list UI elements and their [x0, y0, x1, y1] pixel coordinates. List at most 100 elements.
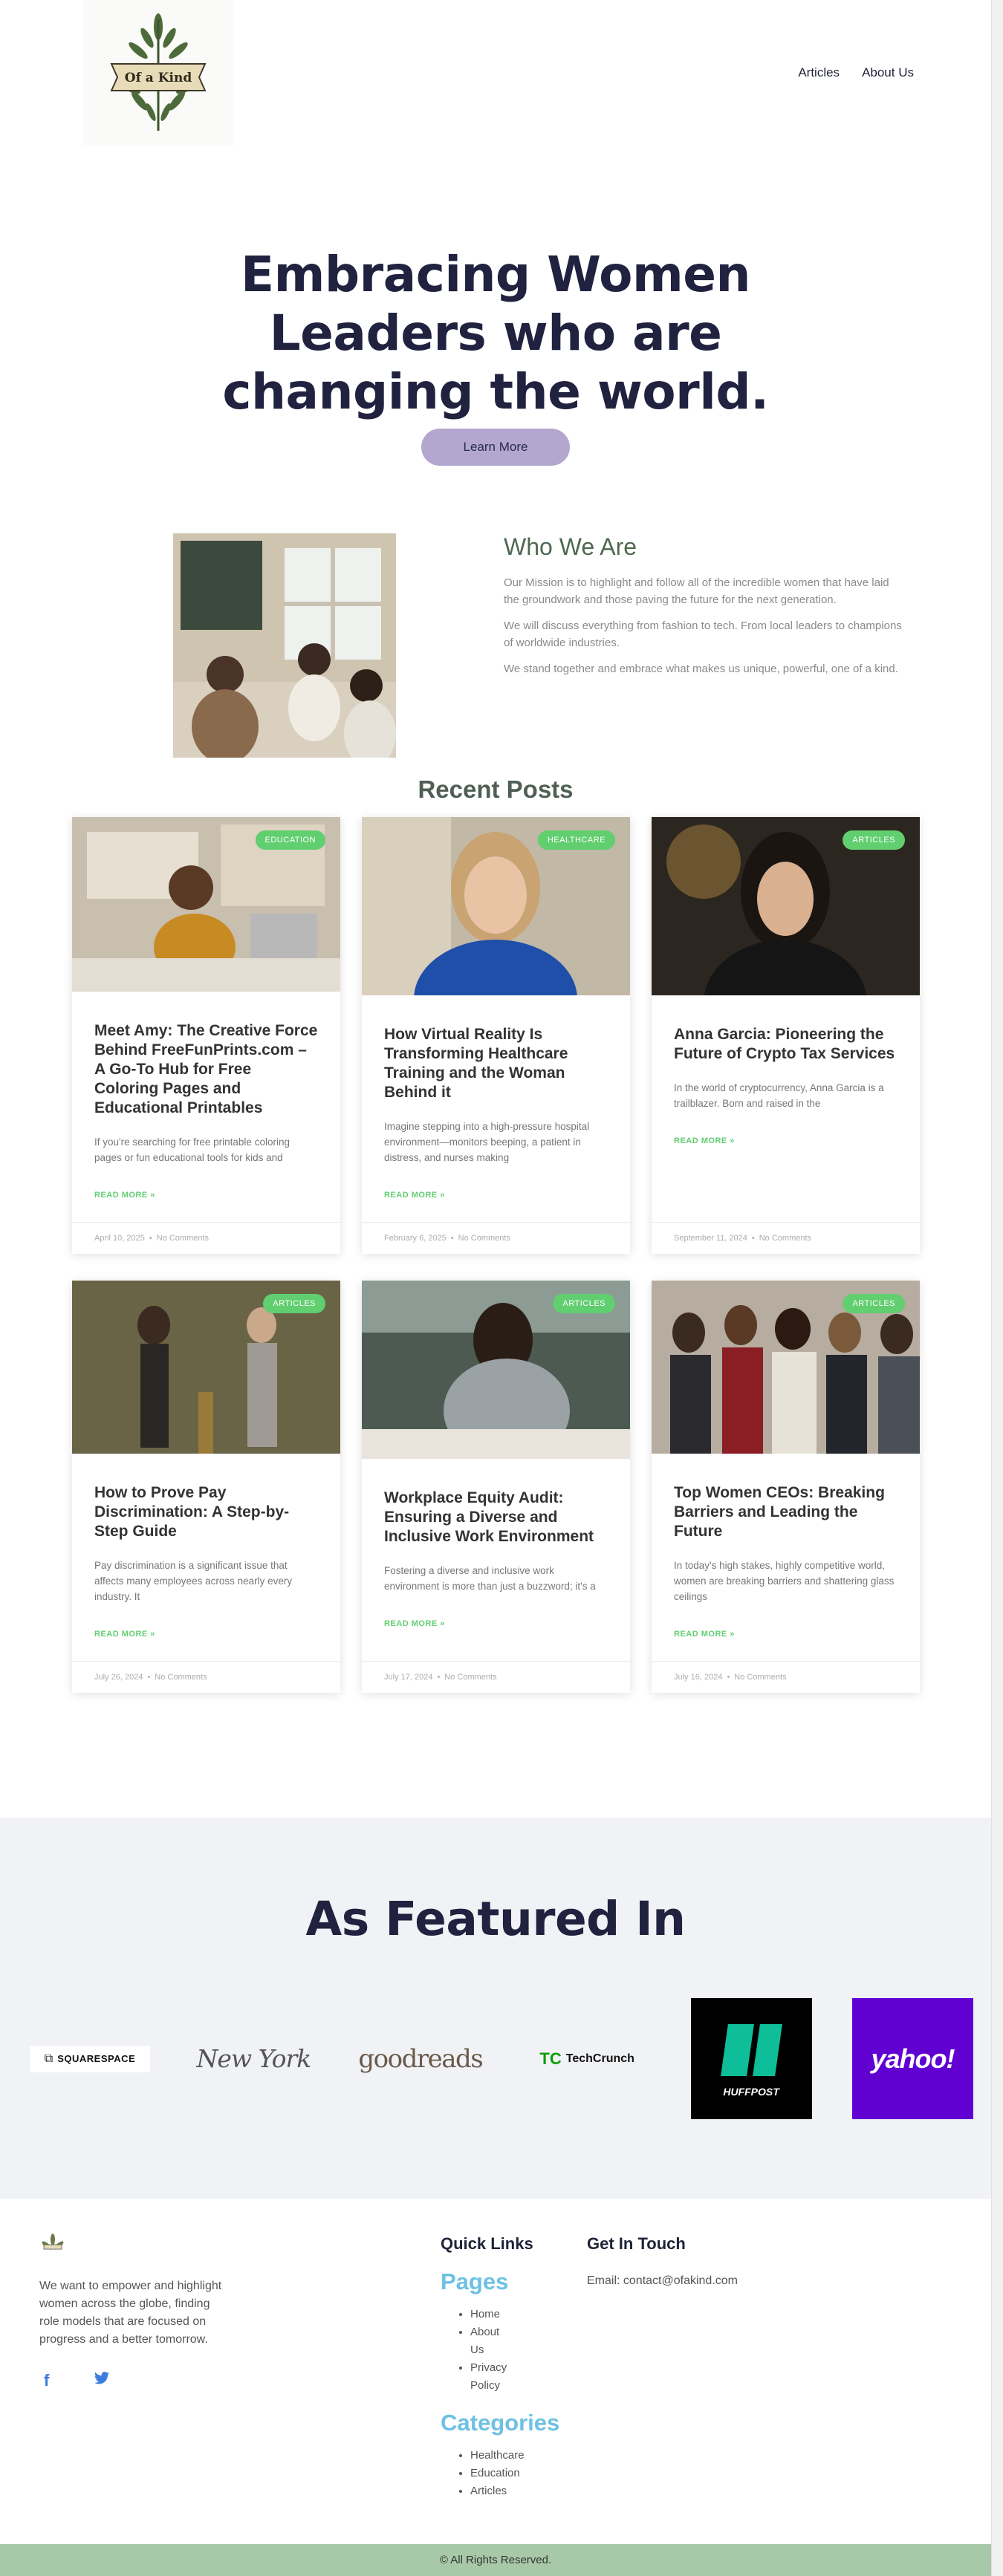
post-thumbnail[interactable]: EDUCATION [72, 817, 340, 992]
footer-link-privacy-policy[interactable]: Privacy Policy [470, 2359, 515, 2395]
post-meta: April 10, 2025 • No Comments [72, 1222, 340, 1254]
nav-articles[interactable]: Articles [798, 65, 840, 80]
post-body: Workplace Equity Audit: Ensuring a Diver… [362, 1459, 630, 1661]
post-body: Top Women CEOs: Breaking Barriers and Le… [652, 1454, 920, 1661]
yahoo-wordmark: yahoo! [871, 2043, 955, 2074]
read-more-link[interactable]: READ MORE » [94, 1630, 155, 1639]
footer-link-about-us[interactable]: About Us [470, 2323, 515, 2359]
post-date: September 11, 2024 [674, 1234, 747, 1243]
techcrunch-logo: TC TechCrunch [524, 2049, 650, 2069]
read-more-link[interactable]: READ MORE » [94, 1191, 155, 1200]
footer-logo[interactable] [39, 2232, 66, 2259]
nav-about-us[interactable]: About Us [862, 65, 914, 80]
post-comments[interactable]: No Comments [734, 1673, 786, 1682]
new-york-wordmark: New York [196, 2044, 312, 2073]
huffpost-logo: HUFFPOST [690, 1998, 812, 2119]
category-badge[interactable]: EDUCATION [255, 830, 325, 850]
footer-about: We want to empower and highlight women a… [39, 2232, 233, 2390]
social-links: f [39, 2371, 233, 2390]
meta-separator: • [727, 1673, 730, 1682]
post-title[interactable]: Meet Amy: The Creative Force Behind Free… [94, 1021, 318, 1118]
post-meta: July 17, 2024 • No Comments [362, 1661, 630, 1693]
categories-heading: Categories [441, 2410, 560, 2436]
post-thumbnail[interactable]: ARTICLES [652, 1281, 920, 1454]
post-thumbnail[interactable]: ARTICLES [72, 1281, 340, 1454]
twitter-icon[interactable] [94, 2371, 110, 2390]
meta-separator: • [147, 1673, 151, 1682]
footer-contact: Get In Touch Email: contact@ofakind.com [587, 2234, 810, 2288]
post-title[interactable]: Top Women CEOs: Breaking Barriers and Le… [674, 1483, 897, 1541]
pages-list: Home About Us Privacy Policy [470, 2306, 574, 2395]
page-scrollbar[interactable] [991, 0, 1003, 2576]
category-badge[interactable]: ARTICLES [553, 1294, 615, 1313]
footer-link-home[interactable]: Home [470, 2306, 515, 2323]
squarespace-wordmark: SQUARESPACE [57, 2053, 136, 2064]
post-body: Anna Garcia: Pioneering the Future of Cr… [652, 995, 920, 1222]
post-excerpt: If you're searching for free printable c… [94, 1136, 290, 1163]
post-title[interactable]: Workplace Equity Audit: Ensuring a Diver… [384, 1489, 608, 1546]
category-badge[interactable]: ARTICLES [843, 830, 905, 850]
read-more-link[interactable]: READ MORE » [384, 1619, 445, 1628]
post-card[interactable]: HEALTHCARE How Virtual Reality Is Transf… [362, 817, 630, 1254]
recent-posts-heading: Recent Posts [418, 775, 574, 803]
goodreads-wordmark: goodreads [358, 2043, 483, 2074]
footer-link-healthcare[interactable]: Healthcare [470, 2447, 559, 2465]
featured-heading: As Featured In [305, 1892, 686, 1946]
post-title[interactable]: How Virtual Reality Is Transforming Heal… [384, 1025, 608, 1102]
footer-link-articles[interactable]: Articles [470, 2482, 559, 2500]
post-excerpt: In the world of cryptocurrency, Anna Gar… [674, 1082, 884, 1109]
post-date: April 10, 2025 [94, 1234, 145, 1243]
footer-link-education[interactable]: Education [470, 2465, 559, 2482]
post-date: February 6, 2025 [384, 1234, 447, 1243]
squarespace-icon: ⧉ [44, 2052, 53, 2065]
hero-title: Embracing Women Leaders who are changing… [222, 246, 769, 420]
post-card[interactable]: EDUCATION Meet Amy: The Creative Force B… [72, 817, 340, 1254]
post-date: July 16, 2024 [674, 1673, 723, 1682]
discuss-paragraph: We will discuss everything from fashion … [504, 619, 902, 649]
category-badge[interactable]: ARTICLES [263, 1294, 325, 1313]
meta-separator: • [751, 1234, 755, 1243]
who-we-are-heading: Who We Are [504, 533, 637, 560]
post-comments[interactable]: No Comments [155, 1673, 207, 1682]
post-comments[interactable]: No Comments [157, 1234, 209, 1243]
read-more-link[interactable]: READ MORE » [674, 1630, 735, 1639]
facebook-icon[interactable]: f [44, 2371, 49, 2390]
post-excerpt: Pay discrimination is a significant issu… [94, 1560, 293, 1602]
pages-heading: Pages [441, 2268, 509, 2294]
new-york-logo: New York [190, 2044, 317, 2073]
post-comments[interactable]: No Comments [759, 1234, 811, 1243]
footer-about-text: We want to empower and highlight women a… [39, 2280, 222, 2346]
featured-logos: ⧉ SQUARESPACE New York goodreads TC Tech… [30, 1998, 973, 2119]
get-in-touch-heading: Get In Touch [587, 2234, 686, 2253]
stand-together-paragraph: We stand together and embrace what makes… [504, 663, 898, 675]
post-date: July 26, 2024 [94, 1673, 143, 1682]
meta-separator: • [149, 1234, 152, 1243]
post-thumbnail[interactable]: HEALTHCARE [362, 817, 630, 995]
copyright-bar: © All Rights Reserved. [0, 2544, 991, 2576]
post-card[interactable]: ARTICLES Anna Garcia: Pioneering the Fut… [652, 817, 920, 1254]
post-title[interactable]: Anna Garcia: Pioneering the Future of Cr… [674, 1025, 897, 1064]
post-comments[interactable]: No Comments [458, 1234, 510, 1243]
read-more-link[interactable]: READ MORE » [384, 1191, 445, 1200]
post-card[interactable]: ARTICLES Workplace Equity Audit: Ensurin… [362, 1281, 630, 1693]
site-footer: We want to empower and highlight women a… [0, 2199, 991, 2544]
post-thumbnail[interactable]: ARTICLES [362, 1281, 630, 1459]
post-card[interactable]: ARTICLES Top Women CEOs: Breaking Barrie… [652, 1281, 920, 1693]
footer-quick-links: Quick Links Pages Home About Us Privacy … [441, 2234, 574, 2500]
site-header: Of a Kind Articles About Us [0, 0, 1003, 149]
category-badge[interactable]: ARTICLES [843, 1294, 905, 1313]
post-card[interactable]: ARTICLES How to Prove Pay Discrimination… [72, 1281, 340, 1693]
mission-paragraph: Our Mission is to highlight and follow a… [504, 576, 889, 606]
post-excerpt: Imagine stepping into a high-pressure ho… [384, 1121, 590, 1163]
learn-more-button[interactable]: Learn More [421, 429, 570, 466]
contact-email[interactable]: Email: contact@ofakind.com [587, 2274, 810, 2288]
post-comments[interactable]: No Comments [444, 1673, 496, 1682]
site-logo[interactable]: Of a Kind [83, 0, 233, 146]
post-excerpt: In today's high stakes, highly competiti… [674, 1560, 895, 1602]
post-thumbnail[interactable]: ARTICLES [652, 817, 920, 995]
post-title[interactable]: How to Prove Pay Discrimination: A Step-… [94, 1483, 318, 1541]
main-nav: Articles About Us [798, 65, 914, 80]
copyright-text: © All Rights Reserved. [439, 2554, 552, 2566]
category-badge[interactable]: HEALTHCARE [537, 830, 615, 850]
read-more-link[interactable]: READ MORE » [674, 1136, 735, 1145]
